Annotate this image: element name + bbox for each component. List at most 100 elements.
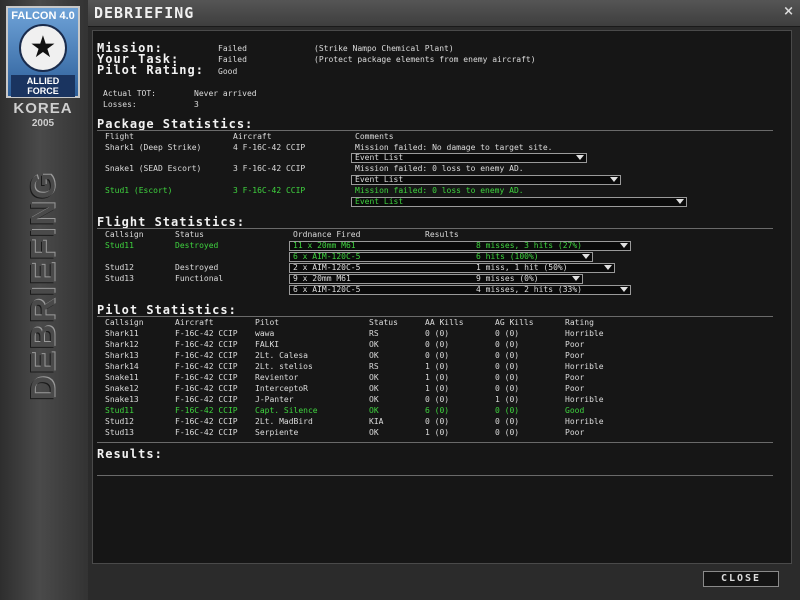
package-aircraft: 4 F-16C-42 CCIP	[233, 143, 306, 152]
event-list-label: Event List	[355, 197, 404, 206]
pilot-callsign: Stud12	[105, 417, 134, 426]
chevron-down-icon	[676, 199, 684, 204]
pilot-ag-kills: 0 (0)	[495, 362, 520, 371]
pilot-callsign: Snake12	[105, 384, 139, 393]
losses-label: Losses:	[103, 100, 137, 109]
pilot-row-highlighted: Stud11 F-16C-42 CCIP Capt. Silence OK 6 (0) 0…	[93, 406, 793, 417]
pilot-name: InterceptoR	[255, 384, 308, 393]
chevron-down-icon	[620, 287, 628, 292]
flight-header-callsign: Callsign	[105, 230, 144, 239]
pilot-aircraft: F-16C-42 CCIP	[175, 329, 238, 338]
window-title: DEBRIEFING	[94, 4, 195, 22]
pilot-status: OK	[369, 373, 379, 382]
results-title: Results:	[97, 447, 163, 461]
ordnance-fired: 2 x AIM-120C-5	[293, 263, 361, 272]
flight-header-results: Results	[425, 230, 459, 239]
pilot-ag-kills: 0 (0)	[495, 384, 520, 393]
pilot-aircraft: F-16C-42 CCIP	[175, 406, 238, 415]
pilot-status: OK	[369, 428, 379, 437]
event-list-dropdown[interactable]: Event List	[351, 197, 687, 207]
pilot-aa-kills: 6 (0)	[425, 406, 450, 415]
pilot-callsign: Snake11	[105, 373, 139, 382]
pilot-rating: Good	[565, 406, 585, 415]
star-icon: ★	[19, 24, 67, 72]
sidebar-title: DEBRIEFING	[18, 170, 70, 400]
close-icon[interactable]: ×	[783, 4, 794, 19]
package-divider	[97, 130, 773, 131]
pilot-callsign: Shark11	[105, 329, 139, 338]
pilot-aircraft: F-16C-42 CCIP	[175, 340, 238, 349]
pilot-status: RS	[369, 329, 379, 338]
pilot-aircraft: F-16C-42 CCIP	[175, 362, 238, 371]
title-bar: DEBRIEFING ×	[88, 0, 800, 27]
pilot-status: KIA	[369, 417, 384, 426]
package-row-highlighted: Stud1 (Escort) 3 F-16C-42 CCIP Mission f…	[93, 186, 793, 197]
pilot-ag-kills: 0 (0)	[495, 406, 520, 415]
flight-statistics-title: Flight Statistics:	[97, 215, 246, 229]
package-flight: Shark1 (Deep Strike)	[105, 143, 202, 152]
mission-description: (Strike Nampo Chemical Plant)	[314, 44, 454, 53]
chevron-down-icon	[572, 276, 580, 281]
theater-year: 2005	[31, 118, 55, 129]
tot-label: Actual TOT:	[103, 89, 156, 98]
flight-callsign: Stud11	[105, 241, 134, 250]
ordnance-dropdown[interactable]: 6 x AIM-120C-5 6 hits (100%)	[289, 252, 593, 262]
pilot-rating: Poor	[565, 384, 585, 393]
pilot-bottom-divider	[97, 442, 773, 443]
pilot-callsign: Stud13	[105, 428, 134, 437]
close-button[interactable]: CLOSE	[703, 571, 779, 587]
pilot-name: wawa	[255, 329, 275, 338]
pilot-rating-value: Good	[218, 67, 238, 76]
pilot-aircraft: F-16C-42 CCIP	[175, 384, 238, 393]
chevron-down-icon	[576, 155, 584, 160]
pilot-statistics-title: Pilot Statistics:	[97, 303, 237, 317]
pilot-status: RS	[369, 362, 379, 371]
pilot-rating: Horrible	[565, 329, 604, 338]
flight-callsign: Stud13	[105, 274, 134, 283]
pilot-rating: Horrible	[565, 417, 604, 426]
losses-value: 3	[194, 100, 199, 109]
ordnance-fired: 6 x AIM-120C-5	[293, 252, 361, 261]
ordnance-dropdown[interactable]: 2 x AIM-120C-5 1 miss, 1 hit (50%)	[289, 263, 615, 273]
pilot-ag-kills: 0 (0)	[495, 428, 520, 437]
event-list-dropdown[interactable]: Event List	[351, 175, 621, 185]
pilot-header-ag-kills: AG Kills	[495, 318, 534, 327]
pilot-ag-kills: 0 (0)	[495, 351, 520, 360]
pilot-header-aa-kills: AA Kills	[425, 318, 464, 327]
pilot-aa-kills: 1 (0)	[425, 428, 450, 437]
ordnance-dropdown[interactable]: 9 x 20mm M61 9 misses (0%)	[289, 274, 583, 284]
pilot-callsign: Snake13	[105, 395, 139, 404]
sidebar-title-text: DEBRIEFING	[24, 170, 63, 400]
pilot-row: Shark11 F-16C-42 CCIP wawa RS 0 (0) 0 (0) Horr…	[93, 329, 793, 340]
ordnance-dropdown[interactable]: 6 x AIM-120C-5 4 misses, 2 hits (33%)	[289, 285, 631, 295]
ordnance-fired: 11 x 20mm M61	[293, 241, 356, 250]
mission-status: Failed	[218, 44, 247, 53]
task-description: (Protect package elements from enemy air…	[314, 55, 536, 64]
ordnance-result: 1 miss, 1 hit (50%)	[476, 263, 568, 272]
ordnance-result: 8 misses, 3 hits (27%)	[476, 241, 582, 250]
flight-header-status: Status	[175, 230, 204, 239]
pilot-aa-kills: 1 (0)	[425, 362, 450, 371]
event-list-label: Event List	[355, 175, 404, 184]
event-list-dropdown[interactable]: Event List	[351, 153, 587, 163]
pilot-status: OK	[369, 395, 379, 404]
package-statistics-title: Package Statistics:	[97, 117, 254, 131]
ordnance-dropdown[interactable]: 11 x 20mm M61 8 misses, 3 hits (27%)	[289, 241, 631, 251]
pilot-row: Stud12 F-16C-42 CCIP 2Lt. MadBird KIA 0 (0) 0…	[93, 417, 793, 428]
ordnance-result: 6 hits (100%)	[476, 252, 539, 261]
package-flight: Snake1 (SEAD Escort)	[105, 164, 202, 173]
pilot-header-row: Callsign Aircraft Pilot Status AA Kills …	[93, 318, 793, 329]
pilot-row: Stud13 F-16C-42 CCIP Serpiente OK 1 (0) 0 (0)…	[93, 428, 793, 439]
pilot-aa-kills: 0 (0)	[425, 329, 450, 338]
ordnance-fired: 9 x 20mm M61	[293, 274, 351, 283]
pilot-row: Snake12 F-16C-42 CCIP InterceptoR OK 1 (0) 0 …	[93, 384, 793, 395]
pilot-ag-kills: 0 (0)	[495, 329, 520, 338]
chevron-down-icon	[610, 177, 618, 182]
pilot-rating: Poor	[565, 340, 585, 349]
pilot-status: OK	[369, 340, 379, 349]
pilot-callsign: Stud11	[105, 406, 134, 415]
ordnance-result: 9 misses (0%)	[476, 274, 539, 283]
flight-divider	[97, 228, 773, 229]
tot-value: Never arrived	[194, 89, 257, 98]
pilot-name: Revientor	[255, 373, 299, 382]
